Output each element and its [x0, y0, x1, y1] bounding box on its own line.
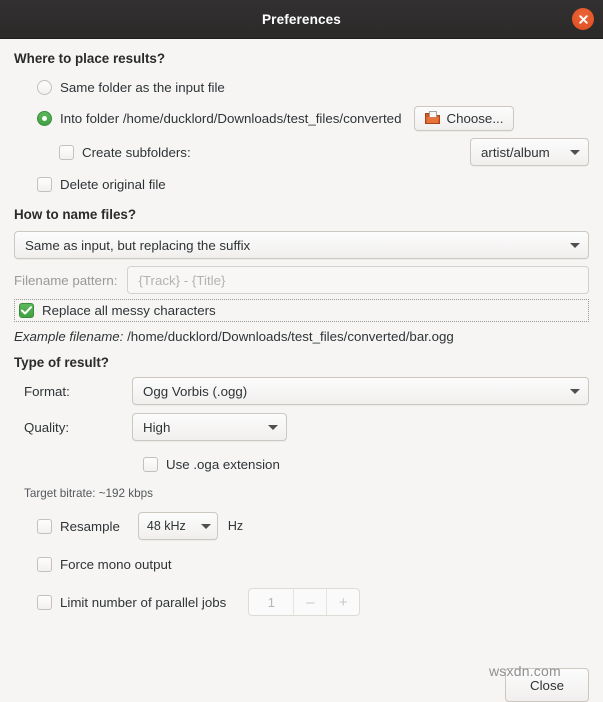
row-delete-original: Delete original file — [37, 169, 589, 199]
radio-into-folder[interactable] — [37, 110, 52, 126]
chevron-down-icon — [570, 388, 580, 394]
row-limit-jobs: Limit number of parallel jobs 1 – + — [37, 588, 589, 616]
parallel-jobs-value[interactable]: 1 — [249, 589, 293, 615]
parallel-jobs-decrement[interactable]: – — [293, 589, 326, 615]
checkbox-create-subfolders[interactable] — [59, 144, 74, 160]
radio-label-into-folder: Into folder /home/ducklord/Downloads/tes… — [60, 110, 402, 126]
checkbox-force-mono[interactable] — [37, 556, 52, 572]
label-resample: Resample — [60, 518, 120, 534]
chevron-down-icon — [570, 242, 580, 248]
checkbox-replace-messy[interactable] — [19, 303, 34, 318]
dialog-action-area: Close — [505, 668, 589, 702]
target-bitrate-hint: Target bitrate: ~192 kbps — [24, 487, 153, 500]
label-resample-unit: Hz — [227, 519, 244, 533]
section-heading-placement: Where to place results? — [14, 51, 166, 66]
chevron-down-icon — [200, 523, 211, 529]
example-filename-label: Example filename: — [14, 329, 124, 344]
window-title: Preferences — [262, 11, 341, 27]
row-oga-extension: Use .oga extension — [143, 451, 589, 477]
label-create-subfolders: Create subfolders: — [82, 144, 191, 160]
close-dialog-label: Close — [530, 677, 564, 693]
filename-pattern-placeholder: {Track} - {Title} — [138, 272, 226, 288]
quality-value: High — [143, 419, 171, 435]
checkbox-delete-original[interactable] — [37, 176, 52, 192]
resample-rate-value: 48 kHz — [146, 519, 186, 533]
label-replace-messy: Replace all messy characters — [42, 303, 216, 318]
parallel-jobs-spinner[interactable]: 1 – + — [248, 588, 361, 616]
close-dialog-button[interactable]: Close — [505, 668, 589, 702]
naming-scheme-value: Same as input, but replacing the suffix — [25, 237, 251, 253]
close-icon — [578, 14, 588, 24]
label-force-mono: Force mono output — [60, 556, 172, 572]
label-limit-jobs: Limit number of parallel jobs — [60, 594, 227, 610]
radio-label-same-folder: Same folder as the input file — [60, 79, 225, 95]
example-filename-line: Example filename: /home/ducklord/Downloa… — [14, 329, 589, 344]
quality-combo[interactable]: High — [132, 413, 287, 441]
row-replace-messy[interactable]: Replace all messy characters — [14, 299, 589, 322]
window-close-button[interactable] — [572, 8, 594, 30]
folder-icon — [425, 111, 441, 124]
choose-folder-label: Choose... — [446, 110, 504, 126]
label-format: Format: — [24, 383, 70, 399]
section-heading-result: Type of result? — [14, 355, 109, 370]
format-combo[interactable]: Ogg Vorbis (.ogg) — [132, 377, 589, 405]
titlebar: Preferences — [0, 0, 603, 39]
row-force-mono: Force mono output — [37, 551, 589, 577]
row-resample: Resample 48 kHz Hz — [37, 512, 589, 540]
chevron-down-icon — [570, 149, 580, 155]
row-format: Format: Ogg Vorbis (.ogg) — [14, 377, 589, 405]
subfolder-pattern-combo[interactable]: artist/album — [470, 138, 589, 166]
radio-same-folder[interactable] — [37, 79, 52, 95]
checkbox-limit-jobs[interactable] — [37, 594, 52, 610]
naming-scheme-combo[interactable]: Same as input, but replacing the suffix — [14, 231, 589, 259]
filename-pattern-input[interactable]: {Track} - {Title} — [127, 266, 589, 294]
radio-row-into-folder[interactable]: Into folder /home/ducklord/Downloads/tes… — [37, 101, 589, 135]
row-create-subfolders: Create subfolders: artist/album — [59, 135, 589, 169]
resample-rate-combo[interactable]: 48 kHz — [137, 512, 218, 540]
label-filename-pattern: Filename pattern: — [14, 272, 118, 288]
section-heading-naming: How to name files? — [14, 207, 137, 222]
example-filename-path: /home/ducklord/Downloads/test_files/conv… — [127, 329, 454, 344]
preferences-content: Where to place results? Same folder as t… — [0, 39, 603, 702]
chevron-down-icon — [268, 424, 278, 430]
parallel-jobs-increment[interactable]: + — [326, 589, 359, 615]
checkbox-oga-extension[interactable] — [143, 456, 158, 472]
format-value: Ogg Vorbis (.ogg) — [143, 383, 248, 399]
label-quality: Quality: — [24, 419, 70, 435]
choose-folder-button[interactable]: Choose... — [414, 105, 515, 131]
subfolder-pattern-value: artist/album — [481, 144, 550, 160]
label-oga-extension: Use .oga extension — [166, 456, 280, 472]
label-delete-original: Delete original file — [60, 176, 166, 192]
radio-row-same-folder[interactable]: Same folder as the input file — [37, 73, 589, 101]
row-filename-pattern: Filename pattern: {Track} - {Title} — [14, 266, 589, 294]
checkbox-resample[interactable] — [37, 518, 52, 534]
row-quality: Quality: High — [14, 413, 589, 441]
